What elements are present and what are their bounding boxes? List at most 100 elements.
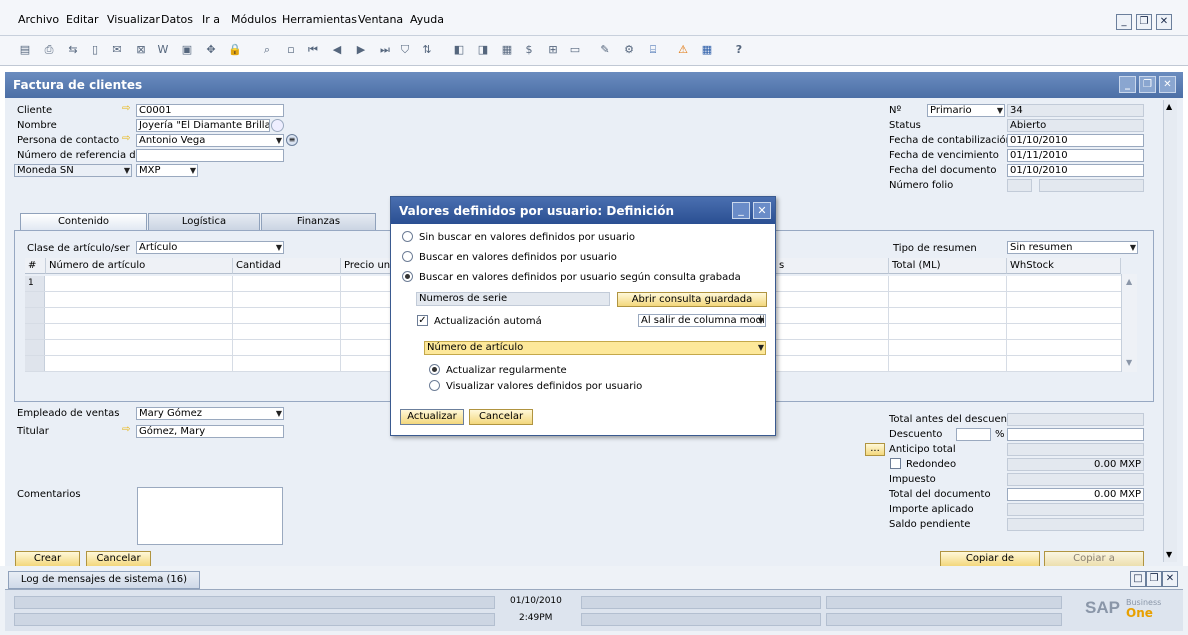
menu-modulos[interactable]: Módulos (231, 13, 277, 26)
cancelar-button[interactable]: Cancelar (86, 551, 151, 567)
redondeo-checkbox[interactable] (890, 458, 901, 469)
lock-icon[interactable]: 🔒 (228, 43, 242, 57)
gross-profit-icon[interactable]: ⊞ (546, 43, 560, 57)
log-close-icon[interactable]: ✕ (1162, 571, 1178, 587)
copiar-de-button[interactable]: Copiar de (940, 551, 1040, 567)
sort-icon[interactable]: ⇅ (420, 43, 434, 57)
help-icon[interactable]: ? (732, 43, 746, 57)
link-arrow-icon[interactable]: ⇨ (122, 103, 130, 114)
document-icon[interactable]: ▯ (88, 43, 102, 57)
moneda-label-select[interactable]: Moneda SN (14, 164, 132, 177)
log-minimize-icon[interactable]: □ (1130, 571, 1146, 587)
column-header-cantidad[interactable]: Cantidad (233, 258, 341, 274)
fecha-vencimiento-field[interactable]: 01/11/2010 (1007, 149, 1144, 162)
log-restore-icon[interactable]: ❐ (1146, 571, 1162, 587)
cliente-field[interactable]: C0001 (136, 104, 284, 117)
base-document-icon[interactable]: ◧ (452, 43, 466, 57)
foreign-name-icon[interactable] (271, 119, 284, 132)
alert-icon[interactable]: ⚠ (676, 43, 690, 57)
scroll-down-icon[interactable]: ▼ (1126, 358, 1132, 367)
word-icon[interactable]: W (156, 43, 170, 57)
form-settings-icon[interactable]: ⚙ (622, 43, 636, 57)
tipo-resumen-select[interactable]: Sin resumen (1007, 241, 1138, 254)
titular-field[interactable]: Gómez, Mary (136, 425, 284, 438)
find-icon[interactable]: ⌕ (260, 43, 274, 57)
referencia-field[interactable] (136, 149, 284, 162)
auto-update-trigger-select[interactable]: Al salir de columna modif. (638, 314, 766, 327)
scroll-up-icon[interactable]: ▲ (1126, 277, 1132, 286)
tab-logistica[interactable]: Logística (148, 213, 260, 231)
fecha-documento-field[interactable]: 01/10/2010 (1007, 164, 1144, 177)
option-no-search-radio[interactable] (402, 231, 413, 242)
window-minimize-icon[interactable]: _ (1119, 76, 1136, 93)
link-arrow-icon[interactable]: ⇨ (122, 424, 130, 435)
open-saved-query-button[interactable]: Abrir consulta guardada (617, 292, 767, 307)
tab-finanzas[interactable]: Finanzas (261, 213, 376, 231)
moneda-select[interactable]: MXP (136, 164, 198, 177)
column-header-number[interactable]: # (25, 258, 46, 274)
app-close-icon[interactable]: ✕ (1156, 14, 1172, 30)
clase-articulo-select[interactable]: Artículo (136, 241, 284, 254)
fecha-contabilizacion-field[interactable]: 01/10/2010 (1007, 134, 1144, 147)
link-arrow-icon[interactable]: ⇨ (122, 133, 130, 144)
target-document-icon[interactable]: ◨ (476, 43, 490, 57)
column-select[interactable]: Número de artículo (424, 341, 766, 355)
print-icon[interactable]: ⎙ (42, 43, 56, 57)
app-restore-icon[interactable]: ❐ (1136, 14, 1152, 30)
list-icon[interactable]: ≡ (286, 134, 298, 146)
journal-icon[interactable]: ▦ (500, 43, 514, 57)
nombre-field[interactable]: Joyería "El Diamante Brillante" (136, 119, 270, 132)
update-regularly-radio[interactable] (429, 364, 440, 375)
previous-record-icon[interactable]: ◀ (330, 43, 344, 57)
tab-contenido[interactable]: Contenido (20, 213, 147, 231)
app-minimize-icon[interactable]: _ (1116, 14, 1132, 30)
option-saved-query-radio[interactable] (402, 271, 413, 282)
option-search-radio[interactable] (402, 251, 413, 262)
column-header-partial[interactable]: s (776, 258, 889, 274)
display-values-radio[interactable] (429, 380, 440, 391)
dialog-cancelar-button[interactable]: Cancelar (469, 409, 533, 425)
query-icon[interactable]: ⌸ (646, 43, 660, 57)
last-record-icon[interactable]: ⏭ (378, 43, 392, 57)
menu-herramientas[interactable]: Herramientas (282, 13, 357, 26)
menu-ir-a[interactable]: Ir a (202, 13, 220, 26)
anticipo-browse-button[interactable]: ... (865, 443, 885, 456)
menu-datos[interactable]: Datos (161, 13, 193, 26)
email-icon[interactable]: ✉ (110, 43, 124, 57)
payment-icon[interactable]: $ (522, 43, 536, 57)
move-icon[interactable]: ✥ (204, 43, 218, 57)
column-header-numero-articulo[interactable]: Número de artículo (46, 258, 233, 274)
descuento-amount-field[interactable] (1007, 428, 1144, 441)
window-close-icon[interactable]: ✕ (1159, 76, 1176, 93)
dialog-close-icon[interactable]: ✕ (753, 202, 771, 219)
menu-archivo[interactable]: Archivo (18, 13, 59, 26)
filter-icon[interactable]: ⛉ (398, 43, 412, 57)
scroll-up-icon[interactable]: ▲ (1166, 102, 1172, 111)
excel-icon[interactable]: ⊠ (134, 43, 148, 57)
menu-editar[interactable]: Editar (66, 13, 99, 26)
serie-select[interactable]: Primario (927, 104, 1005, 117)
comentarios-textarea[interactable] (137, 487, 283, 545)
message-log-tab[interactable]: Log de mensajes de sistema (16) (8, 571, 200, 589)
contacto-select[interactable]: Antonio Vega (136, 134, 284, 147)
menu-visualizar[interactable]: Visualizar (107, 13, 160, 26)
crear-button[interactable]: Crear (15, 551, 80, 567)
print-preview-icon[interactable]: ▤ (18, 43, 32, 57)
empleado-ventas-select[interactable]: Mary Gómez (136, 407, 284, 420)
column-header-total-ml[interactable]: Total (ML) (889, 258, 1007, 274)
dialog-minimize-icon[interactable]: _ (732, 202, 750, 219)
window-restore-icon[interactable]: ❐ (1139, 76, 1156, 93)
settings-icon[interactable]: ▭ (568, 43, 582, 57)
first-record-icon[interactable]: ⏮ (306, 43, 320, 57)
column-header-precio-unidad[interactable]: Precio uni (341, 258, 391, 274)
grid-scrollbar[interactable]: ▲ ▼ (1121, 274, 1137, 372)
auto-update-checkbox[interactable]: ✓ (417, 315, 428, 326)
edit-icon[interactable]: ✎ (598, 43, 612, 57)
add-icon[interactable]: ▫ (284, 43, 298, 57)
send-icon[interactable]: ⇆ (66, 43, 80, 57)
total-documento-field[interactable]: 0.00 MXP (1007, 488, 1144, 501)
form-scrollbar[interactable]: ▲ ▼ (1163, 100, 1177, 562)
next-record-icon[interactable]: ▶ (354, 43, 368, 57)
scroll-down-icon[interactable]: ▼ (1166, 550, 1172, 559)
menu-ayuda[interactable]: Ayuda (410, 13, 444, 26)
